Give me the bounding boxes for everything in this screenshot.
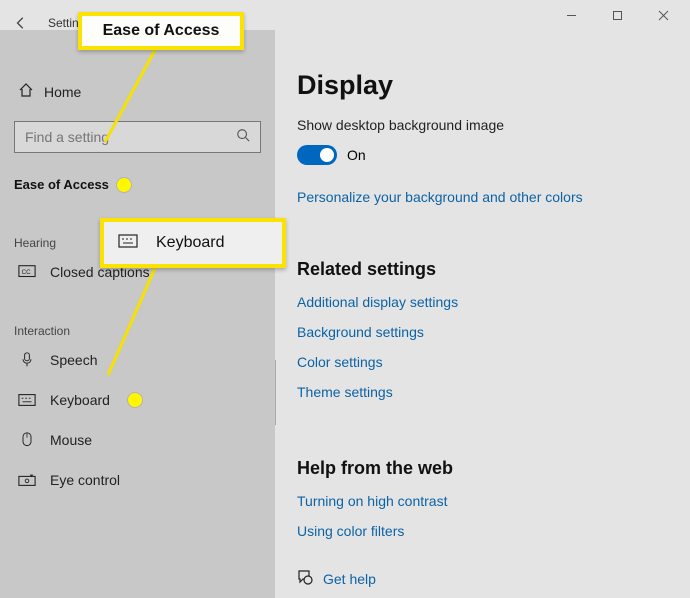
sidebar: Home Ease of Access Hearing CC Closed ca… [0,30,275,598]
search-box[interactable] [14,121,261,153]
link-color[interactable]: Color settings [297,354,672,370]
link-additional-display[interactable]: Additional display settings [297,294,672,310]
nav-label: Speech [50,352,97,368]
link-background[interactable]: Background settings [297,324,672,340]
callout-keyboard: Keyboard [100,218,286,268]
callout-ease-of-access: Ease of Access [78,12,244,50]
help-heading: Help from the web [297,458,672,479]
page-title: Display [297,70,672,101]
home-icon [18,82,34,101]
nav-label: Mouse [50,432,92,448]
search-icon [236,128,250,147]
back-icon[interactable] [14,16,28,30]
nav-label: Eye control [50,472,120,488]
keyboard-icon [118,234,138,253]
main-panel: Display Show desktop background image On… [275,30,690,598]
close-button[interactable] [640,0,686,30]
section-interaction: Interaction [14,324,261,338]
callout-label: Ease of Access [103,22,220,40]
active-category: Ease of Access [14,177,109,192]
sidebar-item-mouse[interactable]: Mouse [14,432,261,448]
personalize-link[interactable]: Personalize your background and other co… [297,189,583,205]
link-color-filters[interactable]: Using color filters [297,523,672,539]
get-help-label: Get help [323,571,376,587]
separator [275,360,276,425]
keyboard-icon [18,392,36,408]
sidebar-item-keyboard[interactable]: Keyboard [14,392,261,408]
eye-control-icon [18,472,36,488]
link-theme[interactable]: Theme settings [297,384,672,400]
get-help-link[interactable]: Get help [297,569,672,588]
link-high-contrast[interactable]: Turning on high contrast [297,493,672,509]
search-input[interactable] [25,129,225,145]
svg-text:CC: CC [22,269,32,276]
maximize-button[interactable] [594,0,640,30]
sidebar-item-eye-control[interactable]: Eye control [14,472,261,488]
minimize-button[interactable] [548,0,594,30]
bg-image-toggle[interactable] [297,145,337,165]
home-label: Home [44,84,81,100]
toggle-label: Show desktop background image [297,117,672,133]
nav-label: Keyboard [50,392,110,408]
toggle-state: On [347,147,366,163]
sidebar-item-speech[interactable]: Speech [14,352,261,368]
callout-label: Keyboard [156,234,225,252]
related-heading: Related settings [297,259,672,280]
captions-icon: CC [18,264,36,280]
mouse-icon [18,432,36,448]
annotation-dot [128,393,142,407]
microphone-icon [18,352,36,368]
get-help-icon [297,569,313,588]
annotation-dot [117,178,131,192]
sidebar-item-home[interactable]: Home [18,82,261,101]
